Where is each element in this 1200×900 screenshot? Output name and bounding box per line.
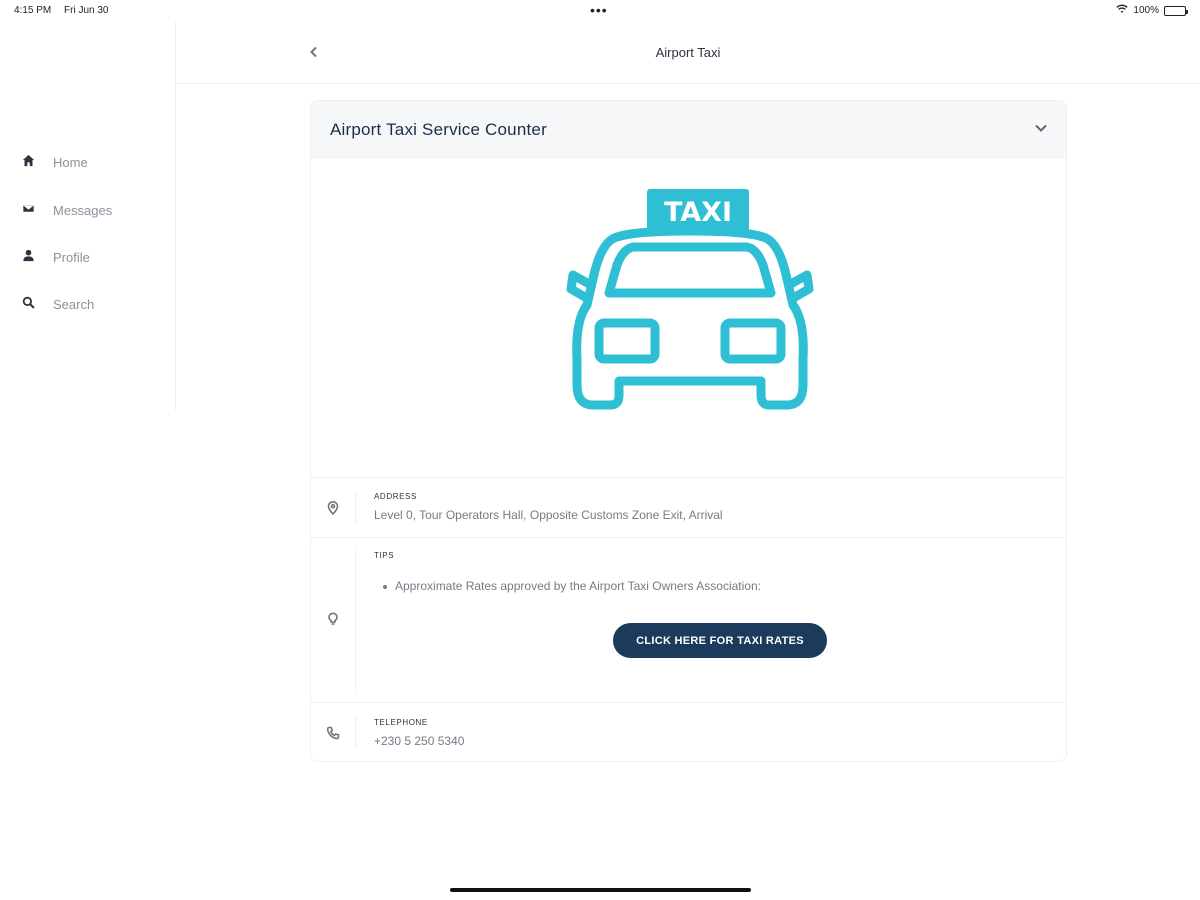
status-time: 4:15 PM bbox=[14, 5, 52, 16]
status-time-date: 4:15 PM Fri Jun 30 bbox=[14, 5, 109, 16]
lightbulb-icon bbox=[326, 612, 342, 628]
address-value: Level 0, Tour Operators Hall, Opposite C… bbox=[374, 508, 723, 522]
person-icon bbox=[22, 249, 35, 265]
sidebar-item-label: Home bbox=[53, 154, 88, 170]
sidebar-item-profile[interactable]: Profile bbox=[22, 249, 90, 265]
page-title: Airport Taxi bbox=[655, 45, 721, 60]
status-right: 100% bbox=[1116, 4, 1188, 17]
row-divider bbox=[355, 550, 356, 690]
address-row: ADDRESS Level 0, Tour Operators Hall, Op… bbox=[311, 477, 1066, 537]
chevron-down-icon[interactable] bbox=[1034, 121, 1048, 140]
taxi-sign-text: TAXI bbox=[664, 197, 732, 228]
sidebar-item-label: Messages bbox=[53, 202, 113, 218]
mail-icon bbox=[22, 202, 35, 218]
battery-percent: 100% bbox=[1133, 5, 1159, 16]
card-header-toggle[interactable]: Airport Taxi Service Counter bbox=[311, 101, 1066, 159]
telephone-value[interactable]: +230 5 250 5340 bbox=[374, 734, 464, 748]
status-bar: 4:15 PM Fri Jun 30 ••• 100% bbox=[0, 0, 1200, 22]
service-card: Airport Taxi Service Counter TAXI ADDRES… bbox=[310, 100, 1067, 762]
phone-icon bbox=[326, 726, 342, 742]
tip-list-item: Approximate Rates approved by the Airpor… bbox=[383, 579, 761, 593]
home-indicator[interactable] bbox=[450, 888, 751, 892]
taxi-icon: TAXI bbox=[566, 189, 814, 410]
multitasking-dots[interactable]: ••• bbox=[590, 2, 608, 18]
card-title: Airport Taxi Service Counter bbox=[330, 120, 547, 139]
telephone-row: TELEPHONE +230 5 250 5340 bbox=[311, 702, 1066, 761]
search-icon bbox=[22, 296, 35, 312]
tips-row: TIPS Approximate Rates approved by the A… bbox=[311, 537, 1066, 702]
map-pin-icon bbox=[326, 501, 342, 517]
address-label: ADDRESS bbox=[374, 492, 417, 501]
top-header: Airport Taxi bbox=[176, 22, 1200, 84]
tips-label: TIPS bbox=[374, 551, 395, 560]
sidebar-item-label: Profile bbox=[53, 249, 90, 265]
battery-icon bbox=[1164, 5, 1188, 16]
sidebar-item-home[interactable]: Home bbox=[22, 154, 88, 170]
taxi-illustration-area: TAXI bbox=[311, 159, 1066, 477]
row-divider bbox=[355, 717, 356, 749]
sidebar-item-search[interactable]: Search bbox=[22, 296, 94, 312]
sidebar: Home Messages Profile Search bbox=[0, 22, 176, 410]
status-date: Fri Jun 30 bbox=[64, 5, 109, 16]
sidebar-item-messages[interactable]: Messages bbox=[22, 202, 112, 218]
home-icon bbox=[22, 154, 35, 170]
telephone-label: TELEPHONE bbox=[374, 718, 428, 727]
wifi-icon bbox=[1116, 4, 1129, 17]
row-divider bbox=[355, 492, 356, 524]
sidebar-item-label: Search bbox=[53, 296, 95, 312]
taxi-rates-button[interactable]: CLICK HERE FOR TAXI RATES bbox=[613, 623, 827, 658]
